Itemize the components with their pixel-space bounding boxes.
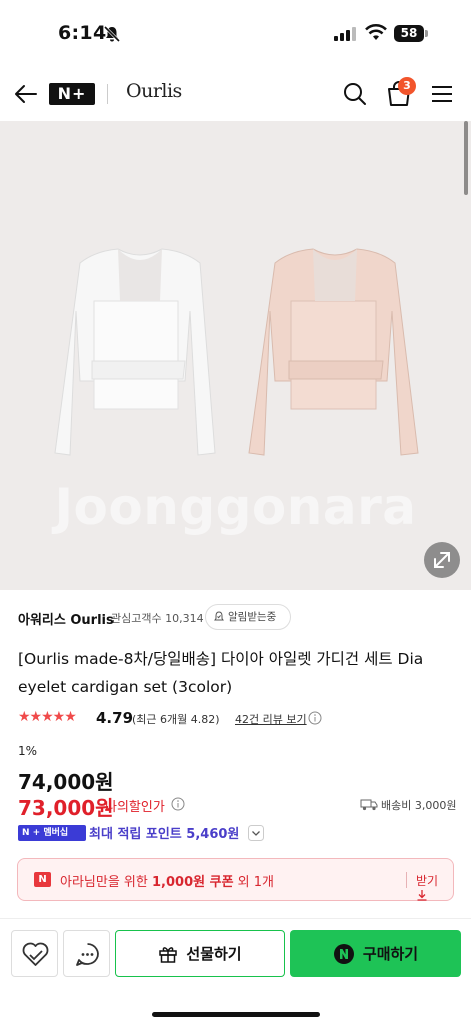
naver-pay-icon <box>333 943 354 964</box>
white-cardigan-illustration <box>54 248 216 456</box>
coupon-text: 아라님만을 위한 1,000원 쿠폰 외 1개 <box>60 871 274 890</box>
download-icon <box>417 890 427 901</box>
gift-button[interactable]: 선물하기 <box>115 930 285 977</box>
bottom-action-bar: 선물하기 구매하기 <box>0 918 471 1024</box>
sale-price-label: 나의할인가 <box>105 800 165 815</box>
review-link[interactable]: 42건 리뷰 보기 <box>235 711 307 727</box>
chat-bubble-icon <box>76 943 99 966</box>
store-name[interactable]: 아워리스 Ourlis <box>18 609 114 628</box>
hamburger-menu-icon[interactable] <box>428 80 456 108</box>
bell-check-icon <box>214 611 224 621</box>
truck-icon <box>360 799 378 811</box>
coupon-prefix: 아라님만을 위한 <box>60 875 152 890</box>
coupon-divider <box>406 872 407 888</box>
nav-header: N+ Ourlis 3 <box>0 66 471 121</box>
coupon-banner[interactable]: N 아라님만을 위한 1,000원 쿠폰 외 1개 받기 <box>17 858 454 901</box>
status-bar: 6:14 58 <box>0 0 471 66</box>
rating-row: ★★★★★ 4.79 (최근 6개월 4.82) 42건 리뷰 보기 <box>18 709 458 729</box>
expand-image-button[interactable] <box>424 542 460 578</box>
buy-button[interactable]: 구매하기 <box>290 930 461 977</box>
coupon-receive-label: 받기 <box>416 874 439 888</box>
sale-price: 73,000원 <box>18 796 114 820</box>
rating-score: 4.79 <box>96 709 134 727</box>
header-divider <box>107 84 108 104</box>
gift-icon <box>159 946 178 963</box>
store-row: 아워리스 Ourlis 관심고객수 10,314 알림받는중 <box>18 604 458 632</box>
recent-rating: (최근 6개월 4.82) <box>132 713 220 726</box>
original-price: 74,000원 <box>18 770 114 794</box>
battery-icon: 58 <box>394 25 428 42</box>
back-arrow-icon[interactable] <box>12 80 40 108</box>
info-icon[interactable] <box>308 711 322 725</box>
heart-check-icon <box>22 942 49 966</box>
rating-stars: ★★★★★ <box>18 709 77 725</box>
scrollbar[interactable] <box>464 121 468 195</box>
signal-icon <box>334 27 356 41</box>
membership-points-row[interactable]: N + 멤버십 최대 적립 포인트 5,460원 <box>18 823 458 843</box>
watermark: Joonggonara <box>54 478 417 536</box>
cart-count-badge: 3 <box>398 77 416 95</box>
discount-rate: 1% <box>18 744 38 758</box>
sale-info-icon[interactable] <box>171 797 185 811</box>
coupon-amount: 1,000원 쿠폰 <box>152 875 234 890</box>
wishlist-button[interactable] <box>11 930 58 977</box>
naver-n-icon: N <box>34 872 51 887</box>
gift-label: 선물하기 <box>186 945 242 963</box>
pink-cardigan-illustration <box>248 248 419 456</box>
chevron-down-icon[interactable] <box>248 825 264 841</box>
coupon-receive-button[interactable]: 받기 <box>416 872 453 903</box>
wifi-icon <box>365 24 387 40</box>
nplus-logo[interactable]: N+ <box>49 83 95 105</box>
store-logo[interactable]: Ourlis <box>126 80 182 102</box>
buy-label: 구매하기 <box>362 945 419 963</box>
home-indicator[interactable] <box>152 1012 320 1017</box>
status-time: 6:14 <box>58 22 107 44</box>
chat-button[interactable] <box>63 930 110 977</box>
bell-off-icon <box>103 25 121 43</box>
shipping-fee: 배송비 3,000원 <box>381 799 457 812</box>
battery-level: 58 <box>394 25 424 42</box>
product-image[interactable]: Joonggonara <box>0 121 471 590</box>
membership-badge: N + 멤버십 <box>18 825 86 841</box>
alarm-subscribed-button[interactable]: 알림받는중 <box>205 604 291 630</box>
product-title: [Ourlis made-8차/당일배송] 다이아 아일렛 가디건 세트 Dia… <box>18 650 424 696</box>
max-points: 최대 적립 포인트 5,460원 <box>89 827 240 842</box>
coupon-suffix: 외 1개 <box>233 875 274 890</box>
alarm-label: 알림받는중 <box>228 611 277 623</box>
search-icon[interactable] <box>341 80 369 108</box>
expand-arrows-icon <box>434 552 450 568</box>
follower-count: 관심고객수 10,314 <box>111 612 204 625</box>
